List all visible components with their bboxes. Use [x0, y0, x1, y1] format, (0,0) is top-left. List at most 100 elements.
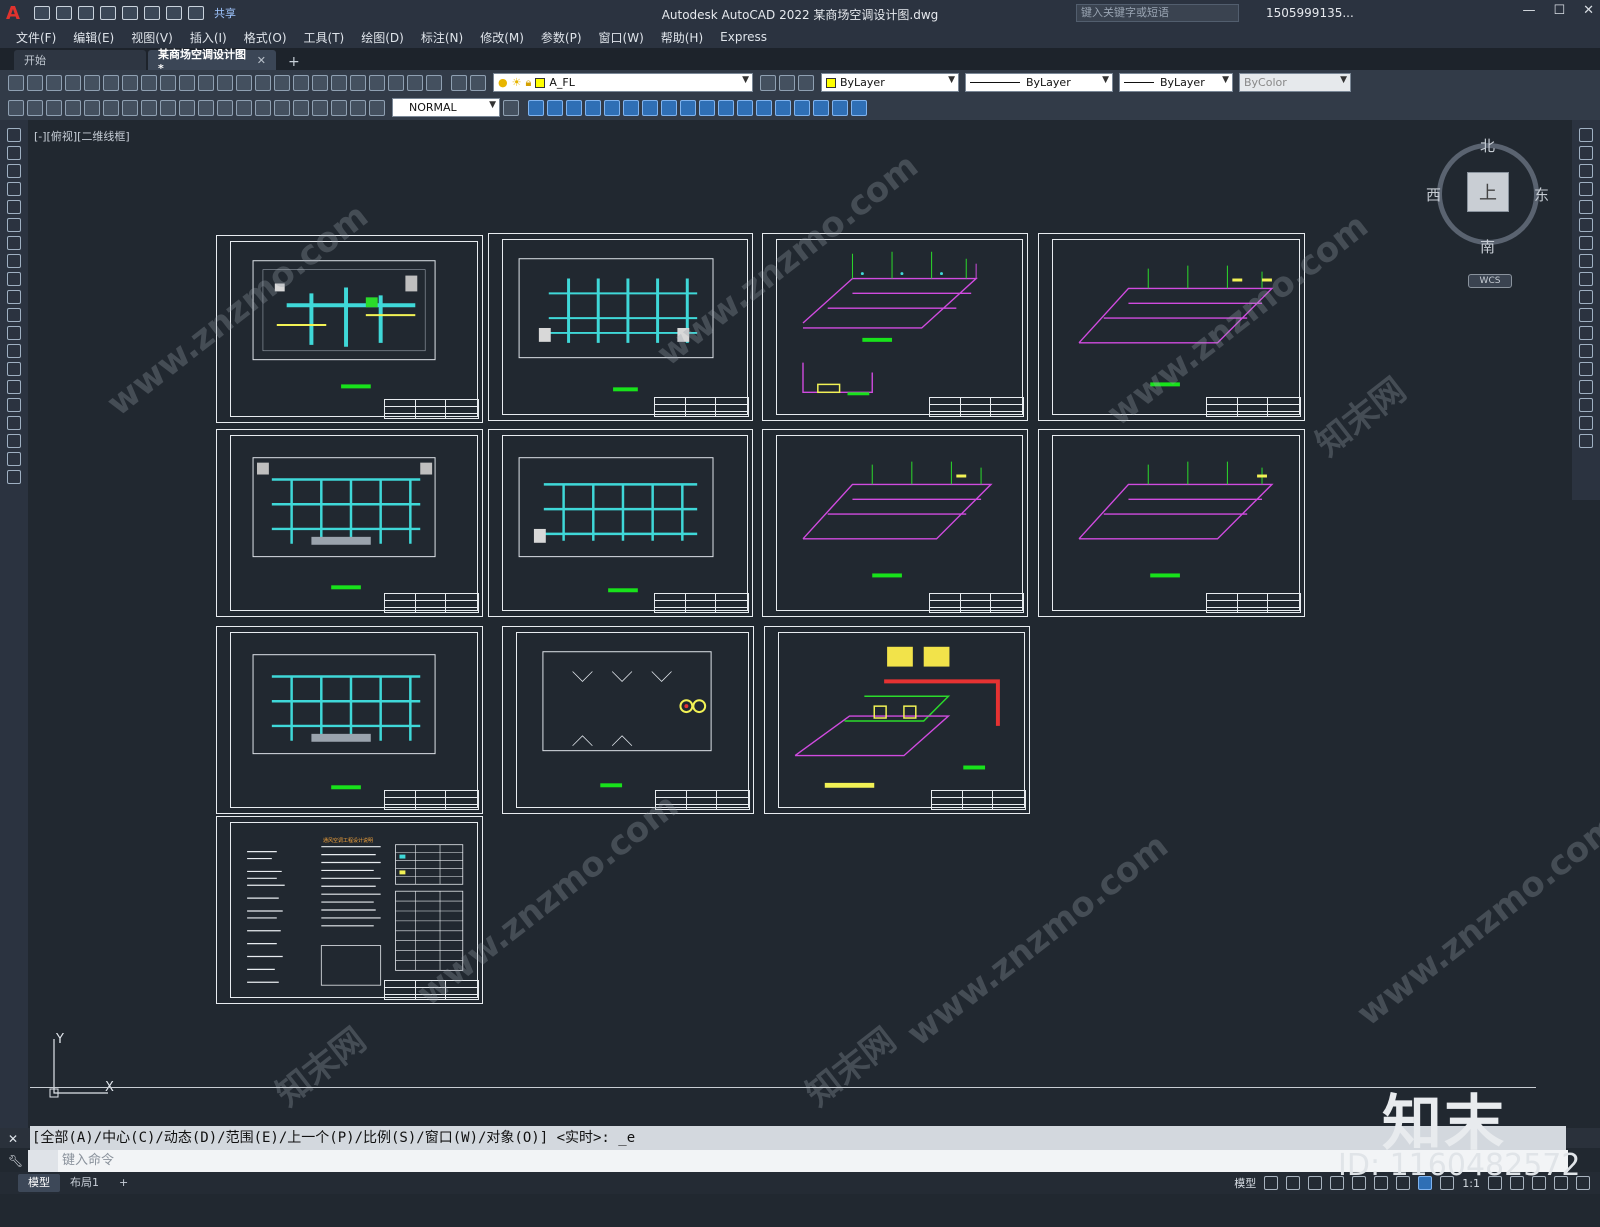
viewcube[interactable]: 上 北 南 西 东 WCS [1426, 137, 1550, 288]
hatch-icon[interactable] [7, 380, 21, 394]
autocad-logo-icon[interactable]: A [0, 0, 26, 26]
move-icon[interactable] [623, 99, 639, 116]
stretch-icon[interactable] [680, 99, 696, 116]
sheet-set-icon[interactable] [369, 74, 385, 91]
menu-view[interactable]: 视图(V) [131, 29, 173, 46]
menu-express[interactable]: Express [720, 30, 767, 44]
wcs-menu[interactable]: WCS [1468, 274, 1512, 288]
array-icon[interactable] [1579, 200, 1593, 214]
join-icon[interactable] [1579, 362, 1593, 376]
circle-icon[interactable] [7, 236, 21, 250]
dimstyle-dropdown[interactable]: NORMAL ▼ [392, 98, 500, 117]
dim-text-edit-icon[interactable] [350, 99, 366, 116]
insert-block-icon[interactable] [7, 326, 21, 340]
viewcube-top-face[interactable]: 上 [1467, 172, 1509, 212]
table-icon[interactable] [7, 434, 21, 448]
chamfer-icon[interactable] [775, 99, 791, 116]
zoom-realtime-icon[interactable] [255, 74, 271, 91]
undo-icon[interactable] [198, 74, 214, 91]
compass-west[interactable]: 西 [1426, 184, 1441, 205]
add-selected-icon[interactable] [7, 470, 21, 484]
compass-south[interactable]: 南 [1480, 236, 1495, 257]
help-icon[interactable] [426, 74, 442, 91]
menu-modify[interactable]: 修改(M) [480, 29, 524, 46]
grid-icon[interactable] [1264, 1176, 1279, 1190]
ellipse-icon[interactable] [7, 290, 21, 304]
layer-state-icon[interactable] [470, 74, 486, 91]
dim-linear-icon[interactable] [8, 99, 24, 116]
mirror-icon[interactable] [566, 99, 582, 116]
command-prompt-icon[interactable] [28, 1150, 58, 1172]
mirror-icon[interactable] [1579, 164, 1593, 178]
open-file-icon[interactable] [56, 6, 72, 20]
menu-help[interactable]: 帮助(H) [661, 29, 703, 46]
dim-update-icon[interactable] [369, 99, 385, 116]
trim-icon[interactable] [1579, 290, 1593, 304]
properties-icon[interactable] [312, 74, 328, 91]
save-as-icon[interactable] [100, 6, 116, 20]
design-center-icon[interactable] [331, 74, 347, 91]
blend-curves-icon[interactable] [1579, 416, 1593, 430]
linetype-dropdown[interactable]: ByLayer ▼ [965, 73, 1113, 92]
explode-icon[interactable] [813, 99, 829, 116]
maximize-button[interactable]: ☐ [1553, 3, 1565, 18]
redo-icon[interactable] [217, 74, 233, 91]
offset-icon[interactable] [1579, 182, 1593, 196]
layer-properties-icon[interactable] [451, 74, 467, 91]
search-input[interactable]: 键入关键字或短语 [1076, 4, 1239, 22]
menu-format[interactable]: 格式(O) [244, 29, 287, 46]
point-icon[interactable] [7, 362, 21, 376]
command-close-icon[interactable]: ✕ [8, 1132, 18, 1146]
dimstyle-icon[interactable] [503, 99, 519, 116]
open-icon[interactable] [27, 74, 43, 91]
copy-icon[interactable] [141, 74, 157, 91]
menu-edit[interactable]: 编辑(E) [73, 29, 114, 46]
trim-icon[interactable] [699, 99, 715, 116]
redo-icon[interactable] [188, 6, 204, 20]
compass-east[interactable]: 东 [1534, 184, 1549, 205]
mtext-icon[interactable] [7, 452, 21, 466]
minimize-button[interactable]: — [1522, 3, 1535, 18]
polygon-icon[interactable] [7, 182, 21, 196]
command-settings-icon[interactable]: 🔧︎ [8, 1154, 23, 1168]
dim-angular-icon[interactable] [141, 99, 157, 116]
dim-baseline-icon[interactable] [179, 99, 195, 116]
dim-arc-icon[interactable] [46, 99, 62, 116]
break-icon[interactable] [1579, 344, 1593, 358]
revision-cloud-icon[interactable] [7, 254, 21, 268]
dim-edit-icon[interactable] [331, 99, 347, 116]
sheet-axonometric-1[interactable] [762, 233, 1028, 421]
layer-dropdown[interactable]: ● ☀ 🔒︎ A_FL ▼ [493, 73, 753, 92]
plotstyle-dropdown[interactable]: ByColor ▼ [1239, 73, 1351, 92]
menu-parametric[interactable]: 参数(P) [541, 29, 582, 46]
publish-icon[interactable] [103, 74, 119, 91]
edit-polyline-icon[interactable] [832, 99, 848, 116]
array-icon[interactable] [604, 99, 620, 116]
rotate-icon[interactable] [642, 99, 658, 116]
user-account[interactable]: 1505999135... [1266, 6, 1354, 20]
ortho-icon[interactable] [1308, 1176, 1323, 1190]
command-input[interactable]: 键入命令 [28, 1150, 1568, 1172]
plot-preview-icon[interactable] [84, 74, 100, 91]
sheet-plan-1[interactable] [216, 235, 483, 423]
dim-break-icon[interactable] [236, 99, 252, 116]
gradient-icon[interactable] [7, 398, 21, 412]
move-icon[interactable] [1579, 218, 1593, 232]
calculator-icon[interactable] [407, 74, 423, 91]
ellipse-arc-icon[interactable] [7, 308, 21, 322]
dim-aligned-icon[interactable] [27, 99, 43, 116]
menu-tools[interactable]: 工具(T) [304, 29, 345, 46]
arc-icon[interactable] [7, 218, 21, 232]
stretch-icon[interactable] [1579, 272, 1593, 286]
sheet-plan-6[interactable] [502, 626, 754, 814]
copy-object-icon[interactable] [547, 99, 563, 116]
center-mark-icon[interactable] [274, 99, 290, 116]
extend-icon[interactable] [1579, 308, 1593, 322]
tab-start[interactable]: 开始 [14, 50, 146, 70]
layer-previous-icon[interactable] [779, 74, 795, 91]
plot-icon[interactable] [65, 74, 81, 91]
erase-icon[interactable] [1579, 128, 1593, 142]
menu-dimension[interactable]: 标注(N) [421, 29, 463, 46]
save-icon[interactable] [46, 74, 62, 91]
zoom-previous-icon[interactable] [293, 74, 309, 91]
